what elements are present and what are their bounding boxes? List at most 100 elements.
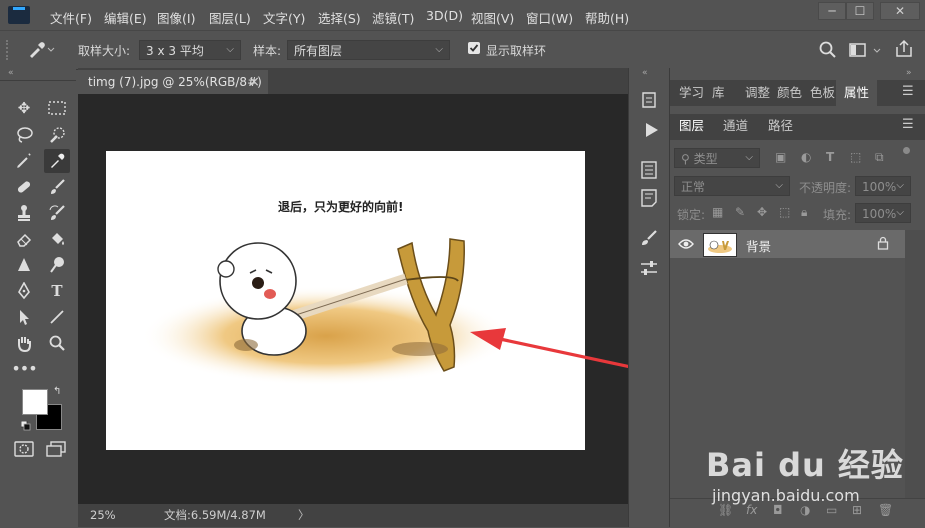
eyedropper-preset-icon[interactable]	[24, 39, 56, 61]
document-canvas-image[interactable]: 退后，只为更好的向前!	[106, 151, 585, 450]
history-panel-icon[interactable]	[639, 90, 659, 110]
lock-transparent-pixels-icon[interactable]: ▦	[712, 205, 723, 219]
tab-properties[interactable]: 属性	[836, 80, 878, 106]
doc-size[interactable]: 文档:6.59M/4.87M	[164, 504, 266, 527]
lock-all-icon[interactable]: 🔒︎	[801, 205, 807, 220]
filter-pixel-icon[interactable]: ▣	[775, 150, 786, 164]
menu-edit[interactable]: 编辑(E)	[104, 8, 147, 27]
properties-panel-icon[interactable]	[639, 160, 659, 180]
menu-image[interactable]: 图像(I)	[157, 8, 195, 27]
layer-row[interactable]: 背景	[670, 230, 905, 258]
healing-brush-tool-icon[interactable]	[11, 175, 37, 199]
filter-type-icon[interactable]: T	[826, 150, 834, 164]
lock-image-pixels-icon[interactable]: ✎	[735, 205, 745, 219]
hand-tool-icon[interactable]	[11, 331, 37, 355]
close-tab-icon[interactable]: ×	[248, 70, 260, 94]
eraser-tool-icon[interactable]	[11, 227, 37, 251]
sample-size-select[interactable]: 3 x 3 平均 ⌵	[139, 40, 241, 60]
layers-panel-menu-icon[interactable]: ☰	[902, 117, 914, 132]
menu-filter[interactable]: 滤镜(T)	[372, 8, 414, 27]
document-tab[interactable]: timg (7).jpg @ 25%(RGB/8#) ×	[78, 70, 268, 94]
menu-3d[interactable]: 3D(D)	[426, 8, 463, 23]
lock-position-icon[interactable]: ✥	[757, 205, 767, 219]
collapse-panel-icon[interactable]: «	[8, 68, 14, 78]
new-layer-icon[interactable]: ⊞	[852, 503, 862, 517]
notes-panel-icon[interactable]	[639, 188, 659, 208]
workspace-switcher-icon[interactable]	[848, 41, 886, 61]
filter-shape-icon[interactable]: ⬚	[850, 150, 861, 164]
marquee-tool-icon[interactable]	[44, 96, 70, 120]
minimize-button[interactable]: ─	[818, 2, 846, 20]
link-layers-icon[interactable]: ⛓	[718, 503, 733, 517]
adjustments-sliders-icon[interactable]	[639, 258, 659, 278]
sample-select[interactable]: 所有图层 ⌵	[287, 40, 450, 60]
status-menu-arrow-icon[interactable]: 〉	[298, 504, 310, 527]
history-brush-tool-icon[interactable]	[44, 201, 70, 225]
zoom-tool-icon[interactable]	[44, 331, 70, 355]
tab-swatches[interactable]: 色板	[810, 80, 835, 106]
lasso-tool-icon[interactable]	[11, 123, 37, 147]
show-ring-checkbox[interactable]	[468, 42, 480, 54]
maximize-button[interactable]: ☐	[846, 2, 874, 20]
search-icon[interactable]	[818, 40, 838, 60]
options-grip[interactable]	[6, 40, 12, 60]
crop-tool-icon[interactable]	[11, 149, 37, 173]
collapse-panel-icon[interactable]: »	[906, 68, 912, 78]
filter-toggle-icon[interactable]	[903, 147, 910, 154]
tab-adjustments[interactable]: 调整	[745, 80, 770, 106]
tab-channels[interactable]: 通道	[723, 114, 748, 138]
default-colors-icon[interactable]	[20, 420, 31, 431]
menu-help[interactable]: 帮助(H)	[585, 8, 629, 27]
actions-play-icon[interactable]	[641, 120, 661, 140]
close-window-button[interactable]: ✕	[880, 2, 920, 20]
delete-layer-icon[interactable]: 🗑︎	[878, 503, 893, 517]
panel-menu-icon[interactable]: ☰	[902, 84, 914, 99]
more-tools-icon[interactable]: •••	[11, 357, 37, 381]
share-icon[interactable]	[894, 39, 914, 59]
menu-file[interactable]: 文件(F)	[50, 8, 92, 27]
foreground-color-swatch[interactable]	[22, 389, 48, 415]
filter-smart-object-icon[interactable]: ⧉	[875, 150, 884, 165]
zoom-level[interactable]: 25%	[90, 504, 116, 527]
menu-select[interactable]: 选择(S)	[318, 8, 361, 27]
path-selection-tool-icon[interactable]	[11, 305, 37, 329]
quick-mask-icon[interactable]	[14, 441, 34, 457]
blend-mode-select[interactable]: 正常 ⌵	[674, 176, 790, 196]
tab-libraries[interactable]: 库	[712, 80, 725, 106]
clone-stamp-tool-icon[interactable]	[11, 201, 37, 225]
tab-paths[interactable]: 路径	[768, 114, 793, 138]
layers-scrollbar[interactable]	[905, 230, 925, 502]
lock-artboard-icon[interactable]: ⬚	[779, 205, 790, 219]
brush-settings-icon[interactable]	[639, 228, 659, 248]
layer-name[interactable]: 背景	[746, 236, 771, 255]
brush-tool-icon[interactable]	[44, 175, 70, 199]
tab-layers[interactable]: 图层	[672, 114, 712, 138]
layer-filter-select[interactable]: ⚲ 类型 ⌵	[674, 148, 760, 168]
menu-window[interactable]: 窗口(W)	[526, 8, 573, 27]
menu-layer[interactable]: 图层(L)	[209, 8, 251, 27]
filter-adjustment-icon[interactable]: ◐	[801, 150, 811, 164]
fx-icon[interactable]: fx	[746, 503, 757, 517]
opacity-input[interactable]: 100% ⌵	[855, 176, 911, 196]
line-tool-icon[interactable]	[44, 305, 70, 329]
swap-colors-icon[interactable]: ↰	[53, 386, 61, 397]
collapse-panel-icon[interactable]: «	[642, 68, 648, 78]
move-tool-icon[interactable]: ✥	[11, 96, 37, 120]
menu-type[interactable]: 文字(Y)	[263, 8, 305, 27]
new-group-icon[interactable]: ▭	[826, 503, 837, 517]
add-mask-icon[interactable]: ◘	[773, 503, 783, 517]
quick-selection-tool-icon[interactable]	[44, 123, 70, 147]
paint-bucket-tool-icon[interactable]	[44, 227, 70, 251]
dodge-tool-icon[interactable]	[44, 253, 70, 277]
pen-tool-icon[interactable]	[11, 279, 37, 303]
eyedropper-tool-icon[interactable]	[44, 149, 70, 173]
type-tool-icon[interactable]: T	[44, 279, 70, 303]
tab-color[interactable]: 颜色	[777, 80, 802, 106]
screen-mode-icon[interactable]	[46, 441, 66, 457]
tab-learn[interactable]: 学习	[679, 80, 704, 106]
blur-tool-icon[interactable]	[11, 253, 37, 277]
fill-input[interactable]: 100% ⌵	[855, 203, 911, 223]
adjustment-layer-icon[interactable]: ◑	[800, 503, 810, 517]
menu-view[interactable]: 视图(V)	[471, 8, 514, 27]
visibility-eye-icon[interactable]	[678, 236, 694, 252]
